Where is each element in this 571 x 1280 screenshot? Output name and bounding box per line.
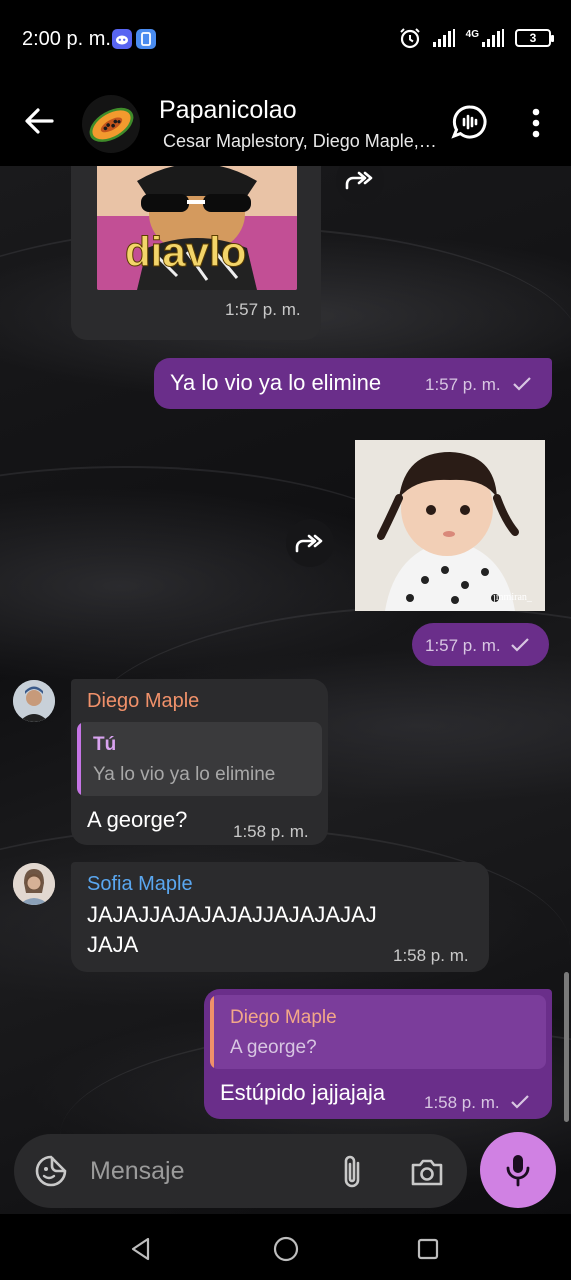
sender-name[interactable]: Sofia Maple bbox=[87, 873, 193, 896]
chat-members[interactable]: Cesar Maplestory, Diego Maple, Sofia Map… bbox=[163, 131, 438, 152]
sticker-caption: diavlo bbox=[124, 228, 247, 276]
message-time: 1:57 p. m. bbox=[425, 636, 501, 655]
message-text-line-1: JAJAJJAJAJAJAJJAJAJAJAJ bbox=[87, 902, 377, 927]
voice-chat-icon[interactable] bbox=[450, 102, 490, 142]
read-check-icon bbox=[513, 377, 531, 391]
nav-back-icon[interactable] bbox=[128, 1236, 154, 1262]
mic-icon bbox=[506, 1155, 530, 1187]
camera-icon[interactable] bbox=[410, 1156, 444, 1188]
scrollbar[interactable] bbox=[564, 972, 569, 1122]
message-text-line-2: JAJA bbox=[87, 932, 139, 957]
sender-name[interactable]: Diego Maple bbox=[87, 690, 199, 713]
more-vert-icon[interactable] bbox=[524, 106, 548, 140]
message-time: 1:57 p. m. bbox=[225, 300, 301, 319]
discord-icon bbox=[112, 29, 132, 49]
message-bubble-sticker[interactable]: diavlo 1:57 p. m. bbox=[71, 166, 321, 340]
message-bubble-incoming[interactable]: Sofia Maple JAJAJJAJAJAJAJJAJAJAJAJ JAJA… bbox=[71, 862, 489, 972]
avatar-diego[interactable] bbox=[13, 680, 55, 722]
reply-author: Diego Maple bbox=[230, 1007, 337, 1028]
signal-icon bbox=[432, 29, 455, 47]
reply-text: Ya lo vio ya lo elimine bbox=[93, 764, 276, 785]
battery-icon: 3 bbox=[515, 29, 554, 47]
nav-recents-icon[interactable] bbox=[417, 1238, 439, 1260]
message-bubble-outgoing[interactable]: Ya lo vio ya lo elimine 1:57 p. m. bbox=[154, 358, 552, 409]
back-arrow-icon[interactable] bbox=[22, 104, 56, 138]
message-bubble-outgoing[interactable]: Diego Maple A george? Estúpido jajjajaja… bbox=[204, 989, 552, 1119]
image-watermark: jinmiran_ bbox=[493, 592, 532, 603]
avatar-sofia[interactable] bbox=[13, 863, 55, 905]
message-bubble-incoming[interactable]: Diego Maple Tú Ya lo vio ya lo elimine A… bbox=[71, 679, 328, 845]
network-label: 4G bbox=[465, 28, 479, 40]
read-check-icon bbox=[511, 1095, 529, 1109]
read-check-icon bbox=[511, 638, 529, 652]
sticker-icon[interactable] bbox=[34, 1154, 68, 1188]
reply-preview[interactable]: Tú Ya lo vio ya lo elimine bbox=[77, 722, 322, 796]
alarm-icon bbox=[399, 28, 420, 49]
forward-icon bbox=[295, 534, 323, 553]
message-time: 1:58 p. m. bbox=[233, 822, 309, 841]
message-text: Ya lo vio ya lo elimine bbox=[170, 370, 382, 395]
message-time-chip: 1:57 p. m. bbox=[412, 623, 549, 666]
app-icon bbox=[136, 29, 156, 49]
message-image[interactable]: jinmiran_ bbox=[355, 440, 545, 611]
message-text: A george? bbox=[87, 807, 188, 832]
papaya-avatar[interactable] bbox=[82, 95, 140, 153]
message-time: 1:58 p. m. bbox=[424, 1093, 500, 1112]
forward-button[interactable] bbox=[286, 519, 334, 567]
forward-icon bbox=[345, 171, 373, 190]
mic-button[interactable] bbox=[480, 1132, 556, 1208]
reply-author: Tú bbox=[93, 734, 117, 755]
system-nav-bar bbox=[0, 1214, 571, 1280]
signal-4g-icon bbox=[482, 29, 504, 47]
message-text: Estúpido jajjajaja bbox=[220, 1080, 386, 1105]
sticker-image[interactable]: diavlo bbox=[97, 166, 297, 290]
nav-home-icon[interactable] bbox=[273, 1236, 299, 1262]
message-time: 1:58 p. m. bbox=[393, 946, 469, 965]
status-time: 2:00 p. m. bbox=[22, 28, 111, 50]
reply-preview[interactable]: Diego Maple A george? bbox=[210, 995, 546, 1069]
message-time: 1:57 p. m. bbox=[425, 375, 501, 394]
reply-accent-bar bbox=[77, 722, 81, 796]
chat-messages[interactable]: diavlo 1:57 p. m. Ya lo vio ya lo elimin… bbox=[0, 166, 571, 1214]
status-bar: 2:00 p. m. 4G 3 bbox=[0, 0, 571, 80]
reply-text: A george? bbox=[230, 1037, 317, 1058]
message-input[interactable] bbox=[90, 1154, 320, 1188]
reply-accent-bar bbox=[210, 995, 214, 1069]
message-composer bbox=[14, 1134, 467, 1208]
forward-button[interactable] bbox=[336, 166, 384, 204]
chat-title[interactable]: Papanicolao bbox=[159, 96, 297, 125]
attach-icon[interactable] bbox=[338, 1153, 366, 1191]
status-right-icons: 4G 3 bbox=[398, 26, 554, 50]
chat-header: Papanicolao Cesar Maplestory, Diego Mapl… bbox=[0, 80, 571, 166]
